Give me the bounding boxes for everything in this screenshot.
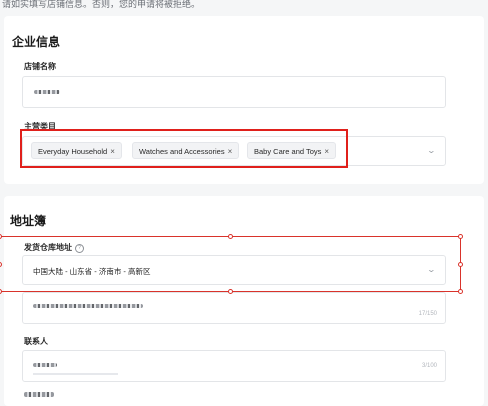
resize-handle[interactable] [458,234,463,239]
store-name-masked-value [34,90,60,94]
contact-underline [33,373,118,375]
section-title-address: 地址簿 [10,214,47,228]
contact-counter: 3/100 [421,363,437,369]
form-notice: 请如实填写店铺信息。否则，您的申请将被拒绝。 [2,0,201,9]
resize-handle[interactable] [0,289,2,294]
resize-handle[interactable] [228,289,233,294]
contact-label: 联系人 [24,337,48,346]
next-field-masked-label [24,392,54,397]
store-name-label: 店铺名称 [24,62,56,71]
resize-handle[interactable] [458,289,463,294]
detail-address-counter: 17/150 [418,311,437,317]
chevron-down-icon[interactable]: ⌄ [427,146,436,155]
section-title-company: 企业信息 [12,35,61,49]
warehouse-selection-box [0,236,461,292]
store-name-input[interactable] [22,76,446,108]
detail-address-masked-value [33,304,143,308]
address-book-card: 地址簿 发货仓库地址? 中国大陆 - 山东省 - 济南市 - 高新区 ⌄ 17/… [4,196,484,406]
contact-masked-value [33,363,57,367]
contact-input[interactable]: 3/100 [22,350,446,382]
detail-address-input[interactable]: 17/150 [22,292,446,324]
resize-handle[interactable] [458,262,463,267]
category-highlight-box [20,129,348,168]
resize-handle[interactable] [228,234,233,239]
